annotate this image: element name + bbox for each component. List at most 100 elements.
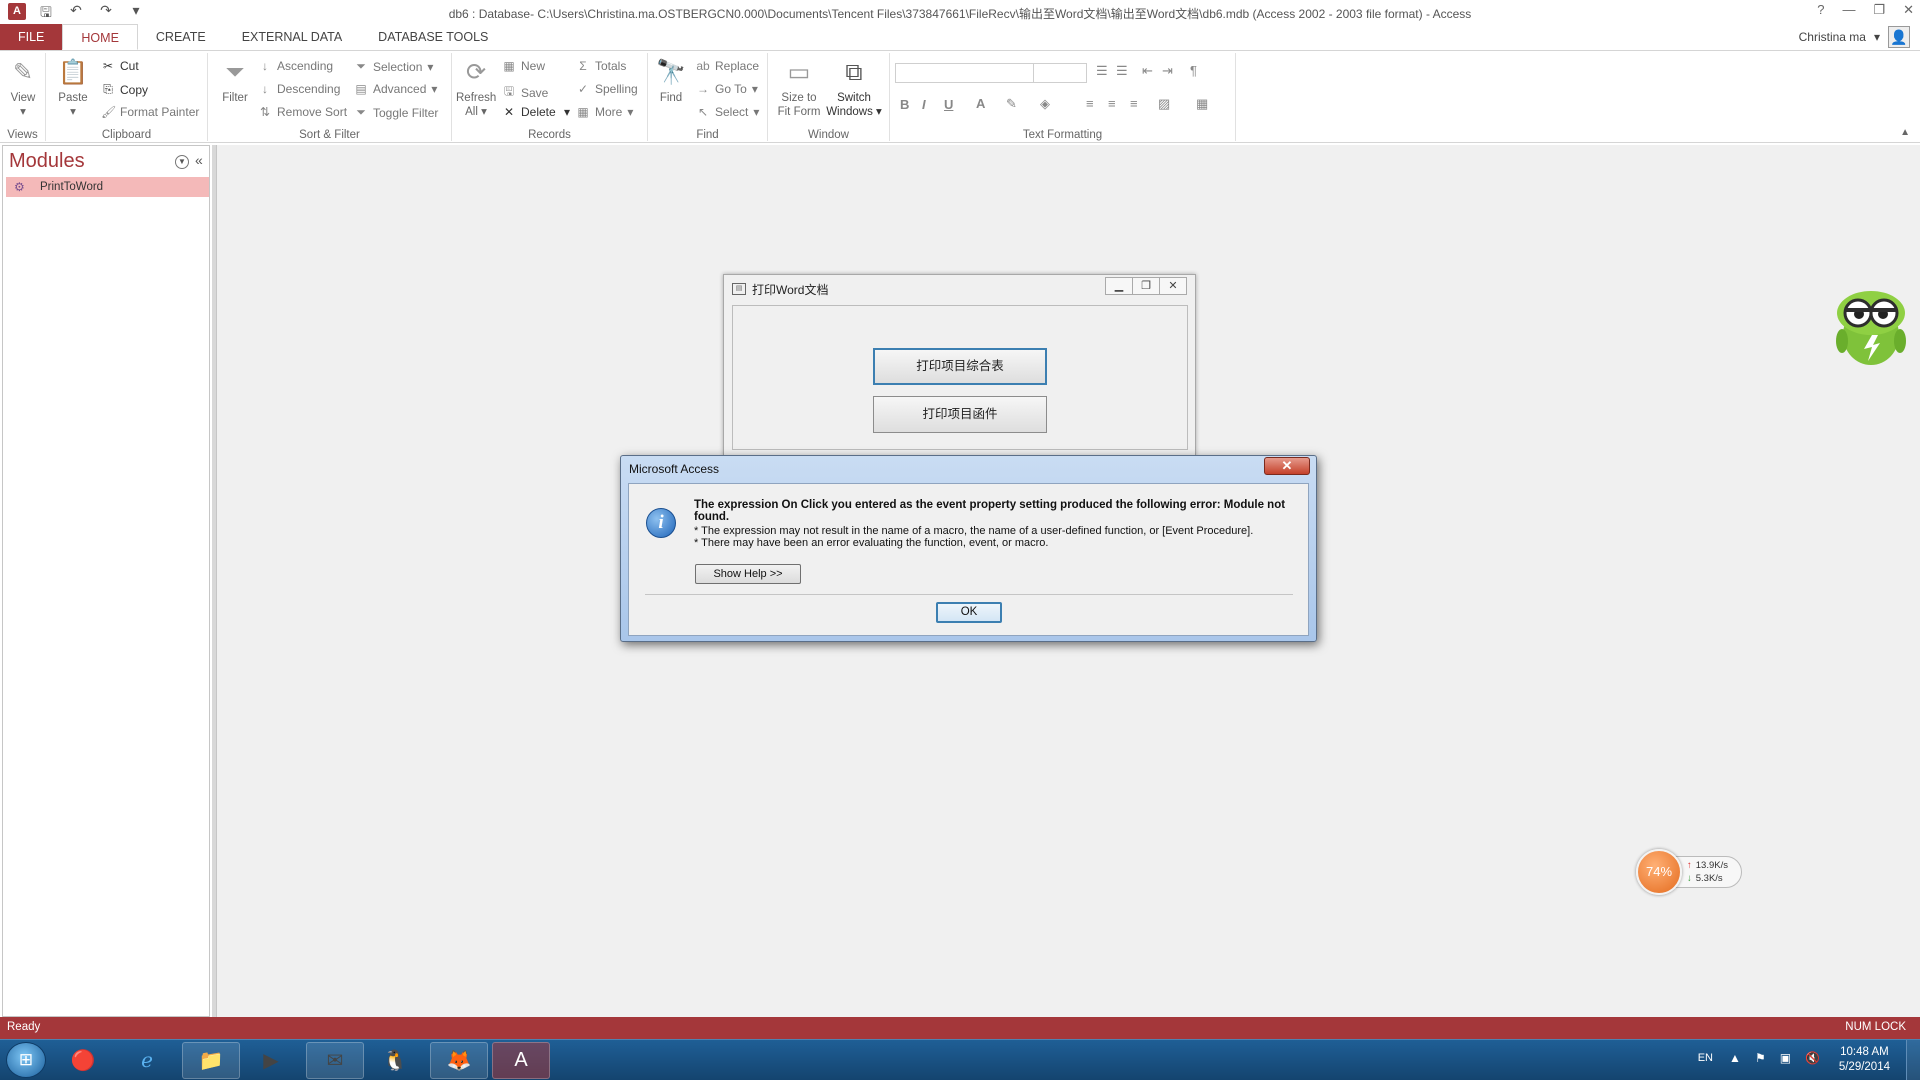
italic-button[interactable]: I bbox=[922, 97, 926, 112]
clock-date: 5/29/2014 bbox=[1838, 1061, 1890, 1073]
font-name-combo[interactable] bbox=[895, 63, 1035, 83]
copy-button[interactable]: ⎘ Copy bbox=[101, 82, 148, 97]
tab-external-data[interactable]: EXTERNAL DATA bbox=[224, 24, 360, 50]
dialog-close-button[interactable]: ✕ bbox=[1264, 457, 1310, 475]
descending-button[interactable]: ↓ Descending bbox=[258, 82, 340, 96]
filter-button[interactable]: ⏷ Filter bbox=[218, 57, 252, 105]
tab-file[interactable]: FILE bbox=[0, 24, 63, 50]
tray-icons: ▲ ⚑ ▣ 🔇 bbox=[1729, 1051, 1820, 1065]
action-center-flag-icon[interactable]: ⚑ bbox=[1755, 1051, 1766, 1065]
taskbar-file-explorer-icon[interactable]: 📁 bbox=[182, 1042, 240, 1079]
nav-dropdown-icon[interactable]: ▼ bbox=[175, 155, 189, 169]
user-account[interactable]: Christina ma ▾ 👤 bbox=[1799, 24, 1910, 50]
close-window-button[interactable]: ✕ bbox=[1903, 2, 1914, 18]
nav-item-printtoword[interactable]: ⚙ PrintToWord bbox=[6, 177, 209, 197]
selection-filter-icon: ⏷ bbox=[356, 59, 366, 73]
print-letter-button[interactable]: 打印项目函件 bbox=[873, 396, 1047, 433]
background-color-icon[interactable]: ▨ bbox=[1158, 96, 1170, 112]
cut-button[interactable]: ✂ Cut bbox=[101, 59, 139, 73]
size-to-fit-form-button[interactable]: ▭ Size to Fit Form bbox=[776, 57, 822, 119]
taskbar-outlook-icon[interactable]: ✉ bbox=[306, 1042, 364, 1079]
window-controls: ? — ❐ ✕ bbox=[1817, 2, 1914, 18]
tab-create[interactable]: CREATE bbox=[138, 24, 224, 50]
show-help-button[interactable]: Show Help >> bbox=[695, 564, 801, 584]
ok-button[interactable]: OK bbox=[936, 602, 1002, 623]
taskbar-firefox-icon[interactable]: 🦊 bbox=[430, 1042, 488, 1079]
taskbar-media-player-icon[interactable]: ▶ bbox=[242, 1042, 300, 1079]
gridlines-icon[interactable]: ▦ bbox=[1196, 96, 1208, 112]
highlight-icon[interactable]: ✎ bbox=[1006, 96, 1017, 112]
form-restore-button[interactable]: ❐ bbox=[1132, 277, 1160, 295]
restore-button[interactable]: ❐ bbox=[1873, 2, 1885, 18]
paragraph-direction-icon[interactable]: ¶ bbox=[1190, 63, 1197, 78]
switch-windows-icon: ⧉ bbox=[845, 59, 863, 86]
shutter-bar-close-icon[interactable]: « bbox=[195, 152, 203, 168]
network-speed-panel: ↑ 13.9K/s ↓ 5.3K/s bbox=[1674, 856, 1742, 888]
font-color-icon[interactable]: A bbox=[976, 96, 985, 111]
delete-button[interactable]: ✕ Delete ▾ bbox=[502, 105, 570, 119]
information-icon: i bbox=[646, 508, 676, 538]
brush-icon: 🖌 bbox=[101, 105, 117, 119]
format-painter-button[interactable]: 🖌 Format Painter bbox=[101, 105, 199, 119]
totals-button[interactable]: Σ Totals bbox=[576, 59, 626, 73]
nav-pane-title[interactable]: Modules bbox=[9, 150, 85, 173]
toggle-filter-button[interactable]: ⏷ Toggle Filter bbox=[354, 105, 438, 120]
show-desktop-button[interactable] bbox=[1906, 1040, 1920, 1080]
tab-home[interactable]: HOME bbox=[62, 24, 138, 50]
taskbar-access-icon[interactable]: A bbox=[492, 1042, 550, 1079]
fill-color-icon[interactable]: ◈ bbox=[1040, 96, 1050, 112]
show-hidden-icons-icon[interactable]: ▲ bbox=[1729, 1051, 1741, 1065]
view-button[interactable]: ✎ View ▾ bbox=[8, 57, 38, 119]
sort-filter-group-label: Sort & Filter bbox=[299, 129, 360, 141]
sigma-icon: Σ bbox=[579, 59, 587, 73]
print-summary-button[interactable]: 打印项目综合表 bbox=[873, 348, 1047, 385]
taskbar-qq-icon[interactable]: 🐧 bbox=[366, 1042, 424, 1079]
ascending-button[interactable]: ↓ Ascending bbox=[258, 59, 333, 73]
new-record-button[interactable]: ▦ New bbox=[502, 59, 545, 73]
decrease-indent-icon[interactable]: ⇤ bbox=[1142, 63, 1153, 79]
replace-icon: ab bbox=[696, 59, 710, 73]
font-size-combo[interactable] bbox=[1033, 63, 1087, 83]
selection-button[interactable]: ⏷ Selection ▾ bbox=[354, 59, 433, 74]
sort-filter-group: ⏷ Filter ↓ Ascending ↓ Descending ⇅ Remove … bbox=[208, 53, 452, 141]
increase-indent-icon[interactable]: ⇥ bbox=[1162, 63, 1173, 79]
clock-time: 10:48 AM bbox=[1840, 1046, 1889, 1058]
align-left-icon[interactable]: ≡ bbox=[1086, 96, 1094, 111]
find-button[interactable]: 🔭 Find bbox=[654, 57, 688, 105]
bold-button[interactable]: B bbox=[900, 97, 909, 112]
volume-muted-icon[interactable]: 🔇 bbox=[1805, 1051, 1820, 1065]
align-center-icon[interactable]: ≡ bbox=[1108, 96, 1116, 111]
language-indicator[interactable]: EN bbox=[1698, 1052, 1713, 1064]
more-button[interactable]: ▦ More ▾ bbox=[576, 105, 633, 119]
clock[interactable]: 10:48 AM 5/29/2014 bbox=[1839, 1045, 1890, 1075]
save-record-button[interactable]: 🖫 Save bbox=[502, 82, 548, 103]
align-right-icon[interactable]: ≡ bbox=[1130, 96, 1138, 111]
taskbar-internet-explorer-icon[interactable]: ℯ bbox=[118, 1042, 176, 1079]
memory-usage-badge: 74% bbox=[1636, 849, 1682, 895]
refresh-all-button[interactable]: ⟳ Refresh All ▾ bbox=[456, 57, 496, 119]
taskbar-app-launcher-icon[interactable]: 🔴 bbox=[54, 1042, 112, 1079]
remove-sort-button[interactable]: ⇅ Remove Sort bbox=[258, 105, 347, 119]
tab-database-tools[interactable]: DATABASE TOOLS bbox=[360, 24, 506, 50]
numbering-icon[interactable]: ☰ bbox=[1116, 63, 1128, 79]
select-button[interactable]: ↖ Select ▾ bbox=[696, 105, 759, 119]
network-monitor-widget[interactable]: ↑ 13.9K/s ↓ 5.3K/s 74% bbox=[1636, 849, 1742, 895]
paste-button[interactable]: 📋 Paste ▾ bbox=[56, 57, 90, 119]
form-minimize-button[interactable]: ▁ bbox=[1105, 277, 1133, 295]
form-close-button[interactable]: ✕ bbox=[1159, 277, 1187, 295]
owl-mascot-icon[interactable] bbox=[1828, 283, 1914, 369]
advanced-button[interactable]: ▤ Advanced ▾ bbox=[354, 82, 437, 96]
goto-button[interactable]: → Go To ▾ bbox=[696, 82, 758, 96]
underline-button[interactable]: U bbox=[944, 97, 953, 112]
bullets-icon[interactable]: ☰ bbox=[1096, 63, 1108, 79]
delete-x-icon: ✕ bbox=[503, 105, 515, 119]
form-icon: ▤ bbox=[732, 283, 746, 295]
switch-windows-button[interactable]: ⧉ Switch Windows ▾ bbox=[826, 57, 882, 119]
start-button[interactable]: ⊞ bbox=[6, 1042, 46, 1078]
replace-button[interactable]: ab Replace bbox=[696, 59, 759, 73]
collapse-ribbon-icon[interactable]: ▲ bbox=[1900, 127, 1910, 138]
help-button[interactable]: ? bbox=[1817, 2, 1824, 18]
spelling-button[interactable]: ✓ Spelling bbox=[576, 82, 638, 96]
minimize-button[interactable]: — bbox=[1842, 2, 1855, 18]
network-icon[interactable]: ▣ bbox=[1780, 1051, 1791, 1065]
